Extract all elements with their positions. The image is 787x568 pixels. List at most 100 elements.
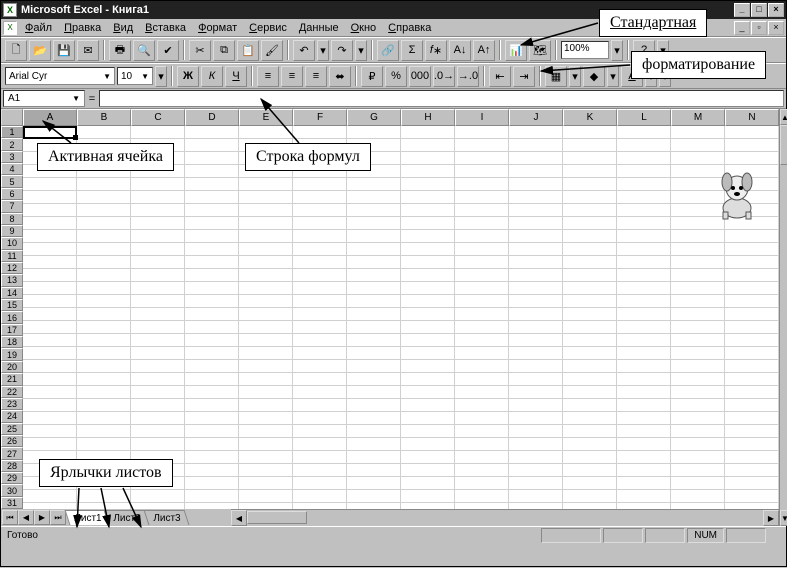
cell[interactable] [671,451,725,464]
map-button[interactable]: 🗺 [529,40,551,61]
cell[interactable] [185,490,239,503]
cell[interactable] [671,503,725,509]
row-header-19[interactable]: 19 [1,348,23,360]
cell[interactable] [617,191,671,204]
cell[interactable] [239,178,293,191]
cell[interactable] [725,243,779,256]
cell[interactable] [23,373,77,386]
sheet-tab-Лист3[interactable]: Лист3 [143,510,189,525]
row-header-25[interactable]: 25 [1,423,23,435]
italic-button[interactable]: К [201,66,223,87]
cell[interactable] [401,321,455,334]
row-header-26[interactable]: 26 [1,435,23,447]
cell[interactable] [185,191,239,204]
column-header-F[interactable]: F [293,109,347,126]
cell[interactable] [509,308,563,321]
cell[interactable] [293,295,347,308]
cell[interactable] [185,451,239,464]
v-scroll-track[interactable] [780,125,787,510]
cell[interactable] [617,503,671,509]
row-header-21[interactable]: 21 [1,373,23,385]
cell[interactable] [563,269,617,282]
fill-dropdown[interactable]: ▾ [607,66,619,87]
cell[interactable] [617,490,671,503]
cell[interactable] [725,412,779,425]
cell[interactable] [239,204,293,217]
hyperlink-button[interactable]: 🔗 [377,40,399,61]
cell[interactable] [617,464,671,477]
cell[interactable] [347,191,401,204]
cell[interactable] [293,256,347,269]
cell[interactable] [77,386,131,399]
cell[interactable] [401,425,455,438]
cell[interactable] [671,386,725,399]
menu-формат[interactable]: Формат [192,21,243,35]
decrease-indent-button[interactable]: ⇤ [489,66,511,87]
cell[interactable] [185,308,239,321]
column-header-L[interactable]: L [617,109,671,126]
cell[interactable] [455,256,509,269]
cell[interactable] [617,269,671,282]
cell[interactable] [725,451,779,464]
cell[interactable] [185,438,239,451]
cell[interactable] [509,412,563,425]
cell[interactable] [725,490,779,503]
chart-button[interactable]: 📊 [505,40,527,61]
row-header-8[interactable]: 8 [1,213,23,225]
decrease-decimal-button[interactable]: →.0 [457,66,479,87]
cell[interactable] [23,230,77,243]
cell[interactable] [671,321,725,334]
cell[interactable] [455,477,509,490]
cell[interactable] [239,425,293,438]
cell[interactable] [509,490,563,503]
cell[interactable] [725,477,779,490]
cell[interactable] [347,425,401,438]
cell[interactable] [347,490,401,503]
cell[interactable] [617,373,671,386]
cell[interactable] [239,360,293,373]
cell[interactable] [455,425,509,438]
mdi-close-button[interactable]: × [768,21,784,35]
cell[interactable] [563,217,617,230]
cell[interactable] [77,217,131,230]
cell[interactable] [131,360,185,373]
cell[interactable] [671,139,725,152]
cell[interactable] [293,464,347,477]
cell[interactable] [563,477,617,490]
cell[interactable] [617,165,671,178]
cell[interactable] [455,126,509,139]
bold-button[interactable]: Ж [177,66,199,87]
cell[interactable] [401,373,455,386]
cell[interactable] [185,477,239,490]
cell[interactable] [617,282,671,295]
mail-button[interactable]: ✉ [77,40,99,61]
cell[interactable] [131,191,185,204]
cell[interactable] [293,204,347,217]
cell[interactable] [617,256,671,269]
cell[interactable] [671,152,725,165]
cell[interactable] [77,425,131,438]
sheet-tab-Лист2[interactable]: Лист2 [104,510,150,525]
cell[interactable] [725,230,779,243]
cell[interactable] [347,178,401,191]
cell[interactable] [401,282,455,295]
cell[interactable] [563,425,617,438]
row-header-6[interactable]: 6 [1,188,23,200]
name-box[interactable]: A1 ▼ [3,90,85,107]
cell[interactable] [401,204,455,217]
cell[interactable] [347,451,401,464]
row-header-28[interactable]: 28 [1,460,23,472]
cell[interactable] [131,425,185,438]
menu-правка[interactable]: Правка [58,21,107,35]
cell[interactable] [509,282,563,295]
cell[interactable] [77,282,131,295]
preview-button[interactable]: 🔍 [133,40,155,61]
cell[interactable] [671,360,725,373]
cell[interactable] [131,503,185,509]
cell[interactable] [239,269,293,282]
cell[interactable] [563,360,617,373]
cell[interactable] [293,399,347,412]
copy-button[interactable]: ⧉ [213,40,235,61]
row-header-1[interactable]: 1 [1,126,23,138]
row-header-23[interactable]: 23 [1,398,23,410]
